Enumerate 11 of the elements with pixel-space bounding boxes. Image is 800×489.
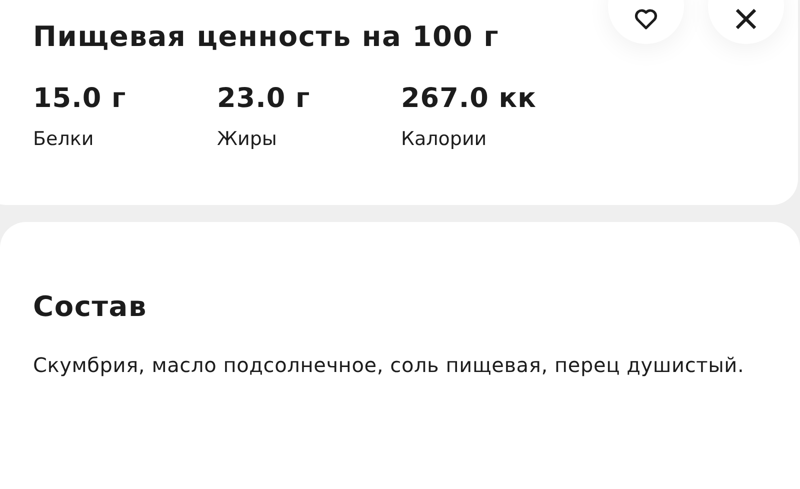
nutrition-label: Калории — [401, 128, 488, 150]
nutrition-value: 15.0 г — [33, 83, 128, 114]
composition-title: Состав — [33, 290, 148, 323]
composition-text: Скумбрия, масло подсолнечное, соль пищевая, перец душистый. — [33, 352, 746, 379]
heart-icon — [633, 6, 659, 32]
nutrition-value: 23.0 г — [217, 83, 312, 114]
nutrition-title: Пищевая ценность на 100 г — [33, 20, 500, 53]
nutrition-value: 267.0 кк — [401, 83, 538, 114]
close-icon — [733, 6, 759, 32]
nutrition-label: Белки — [33, 128, 95, 150]
nutrition-label: Жиры — [217, 128, 278, 150]
